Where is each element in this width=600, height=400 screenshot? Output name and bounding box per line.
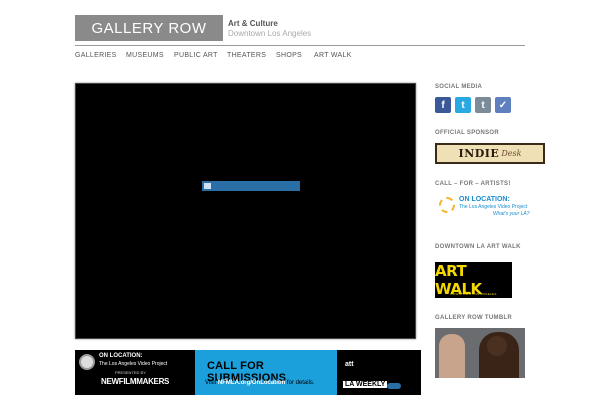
banner-sponsors-panel: att LA WEEKLY <box>337 350 421 395</box>
art-walk-logo-sub: DOWNTOWN LOS ANGELES <box>450 292 497 296</box>
nav-art-walk[interactable]: ART WALK <box>314 52 354 59</box>
video-player[interactable] <box>75 83 416 339</box>
loading-progress-cap <box>204 183 211 189</box>
photo-person-right-head <box>487 336 507 356</box>
indiedesk-sponsor-logo[interactable]: INDIE Desk <box>435 143 545 164</box>
art-walk-heading: DOWNTOWN LA ART WALK <box>435 244 521 250</box>
film-reel-icon <box>79 354 95 370</box>
cta-visit-prefix: Visit <box>205 380 218 386</box>
banner-title: ON LOCATION: <box>99 353 143 359</box>
site-logo[interactable]: GALLERY ROW <box>75 15 223 41</box>
tumblr-icon[interactable]: t <box>475 97 491 113</box>
nav-shops[interactable]: SHOPS <box>276 52 314 59</box>
photo-person-left <box>439 334 465 378</box>
banner-presented-by: PRESENTED BY <box>115 370 146 375</box>
banner-subtitle: The Los Angeles Video Project <box>99 361 168 367</box>
delicious-icon[interactable]: ✓ <box>495 97 511 113</box>
banner-cta-panel[interactable]: CALL FOR SUBMISSIONS Visit NFMLA.org/OnL… <box>195 350 337 395</box>
banner-on-location-panel: ON LOCATION: The Los Angeles Video Proje… <box>75 350 195 395</box>
nav-theaters[interactable]: THEATERS <box>227 52 276 59</box>
on-location-subtitle: The Los Angeles Video Project <box>459 204 528 210</box>
on-location-title: ON LOCATION: <box>459 196 510 203</box>
desk-logo-text: Desk <box>501 149 522 158</box>
sponsor-badge-icon <box>387 383 401 389</box>
cta-link[interactable]: NFMLA.org/OnLocation <box>218 380 285 386</box>
official-sponsor-heading: OFFICIAL SPONSOR <box>435 130 500 136</box>
nav-museums[interactable]: MUSEUMS <box>126 52 174 59</box>
header-divider <box>75 45 525 46</box>
facebook-icon[interactable]: f <box>435 97 451 113</box>
nav-galleries[interactable]: GALLERIES <box>75 52 126 59</box>
cta-visit-suffix: for details. <box>285 380 315 386</box>
la-weekly-logo: LA WEEKLY <box>343 381 388 388</box>
cta-visit-text: Visit NFMLA.org/OnLocation for details. <box>205 380 315 386</box>
tagline-location: Downtown Los Angeles <box>228 29 312 38</box>
tagline-title: Art & Culture <box>228 19 278 28</box>
main-nav: GALLERIES MUSEUMS PUBLIC ART THEATERS SH… <box>75 52 354 59</box>
tumblr-photo[interactable] <box>435 328 525 378</box>
att-sponsor-logo: att <box>345 361 354 368</box>
on-location-link[interactable]: ON LOCATION: The Los Angeles Video Proje… <box>435 193 545 225</box>
nav-public-art[interactable]: PUBLIC ART <box>174 52 227 59</box>
twitter-icon[interactable]: t <box>455 97 471 113</box>
loading-bar-icon <box>202 181 300 191</box>
newfilmmakers-logo: NEWFILMMAKERS <box>101 377 170 386</box>
submissions-banner[interactable]: ON LOCATION: The Los Angeles Video Proje… <box>75 350 421 395</box>
tumblr-heading: GALLERY ROW TUMBLR <box>435 315 513 321</box>
call-for-artists-heading: CALL – FOR – ARTISTS! <box>435 181 511 187</box>
social-icons: f t t ✓ <box>435 97 511 113</box>
site-tagline: Art & Culture Downtown Los Angeles <box>228 19 311 39</box>
indie-logo-text: INDIE <box>458 147 500 160</box>
art-walk-logo[interactable]: ART WALK DOWNTOWN LOS ANGELES <box>435 262 512 298</box>
on-location-tagline: What's your LA? <box>493 211 530 217</box>
social-media-heading: SOCIAL MEDIA <box>435 84 483 90</box>
sun-icon <box>439 197 455 213</box>
